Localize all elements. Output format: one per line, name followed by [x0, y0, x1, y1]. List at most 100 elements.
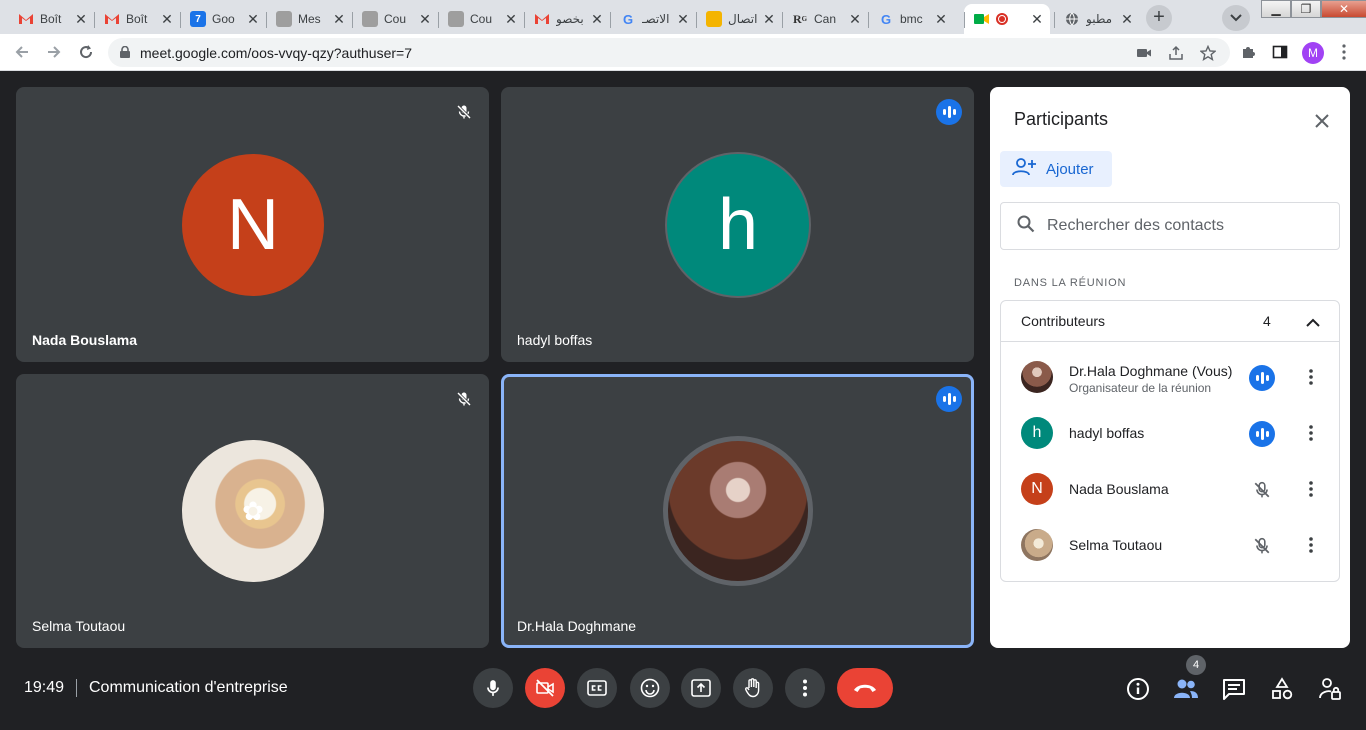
new-tab-plus-icon[interactable]: +	[1146, 5, 1172, 31]
browser-tab[interactable]: Cou ✕	[352, 4, 438, 34]
window-close-icon[interactable]: ✕	[1321, 0, 1366, 18]
video-tile[interactable]: N Nada Bouslama	[16, 87, 489, 362]
tab-close-icon[interactable]: ✕	[74, 12, 88, 26]
tab-close-icon[interactable]: ✕	[1030, 12, 1044, 26]
contact-search[interactable]	[1000, 202, 1340, 250]
tab-title: Mes	[298, 12, 321, 26]
raise-hand-button[interactable]	[733, 668, 773, 708]
browser-tab-active[interactable]: ✕	[964, 4, 1050, 34]
activities-shapes-icon[interactable]	[1269, 676, 1295, 702]
participants-people-icon[interactable]	[1173, 676, 1199, 702]
reload-icon[interactable]	[74, 40, 98, 64]
camera-toggle-button[interactable]	[525, 668, 565, 708]
browser-tab[interactable]: بخصو ✕	[524, 4, 610, 34]
tab-title: Can	[814, 12, 837, 26]
address-bar[interactable]: meet.google.com/oos-vvqy-qzy?authuser=7	[108, 38, 1230, 67]
maximize-icon[interactable]: ❐	[1291, 0, 1321, 18]
tab-close-icon[interactable]: ✕	[848, 12, 862, 26]
search-input[interactable]	[1047, 217, 1317, 235]
tab-close-icon[interactable]: ✕	[934, 12, 948, 26]
person-add-icon	[1012, 158, 1036, 180]
page-icon	[448, 11, 464, 27]
more-options-icon[interactable]	[1299, 365, 1323, 389]
chat-icon[interactable]	[1221, 676, 1247, 702]
back-arrow-icon[interactable]	[10, 40, 34, 64]
emoji-icon	[640, 678, 660, 698]
recording-indicator-icon	[996, 13, 1008, 25]
hand-icon	[745, 678, 760, 698]
minimize-icon[interactable]: ▁	[1261, 0, 1291, 18]
tab-close-icon[interactable]: ✕	[160, 12, 174, 26]
tab-close-icon[interactable]: ✕	[504, 12, 518, 26]
add-people-label: Ajouter	[1046, 160, 1094, 178]
tab-close-icon[interactable]: ✕	[332, 12, 346, 26]
contributors-group-header[interactable]: Contributeurs 4	[1001, 301, 1339, 342]
tab-close-icon[interactable]: ✕	[762, 12, 776, 26]
contributors-group: Contributeurs 4 Dr.Hala Doghmane (Vous) …	[1000, 300, 1340, 582]
tab-close-icon[interactable]: ✕	[1120, 12, 1134, 26]
tab-close-icon[interactable]: ✕	[246, 12, 260, 26]
browser-tab[interactable]: اتصال ✕	[696, 4, 782, 34]
call-end-icon	[854, 684, 876, 692]
participant-name: Dr.Hala Doghmane	[517, 618, 637, 634]
url-text: meet.google.com/oos-vvqy-qzy?authuser=7	[140, 44, 412, 61]
participant-name: Selma Toutaou	[32, 618, 126, 634]
side-panel-icon[interactable]	[1268, 40, 1292, 64]
tab-close-icon[interactable]: ✕	[418, 12, 432, 26]
browser-tab[interactable]: G الاتصـ ✕	[610, 4, 696, 34]
present-to-all-icon	[691, 679, 711, 697]
tab-title: Cou	[470, 12, 493, 26]
video-tile[interactable]: ✿ Selma Toutaou	[16, 374, 489, 648]
add-people-button[interactable]: Ajouter	[1000, 151, 1112, 187]
tab-search-chevron-down-icon[interactable]	[1222, 5, 1250, 31]
captions-button[interactable]	[577, 668, 617, 708]
more-options-icon[interactable]	[1299, 477, 1323, 501]
more-options-button[interactable]	[785, 668, 825, 708]
tab-title: Goo	[212, 12, 235, 26]
more-options-icon[interactable]	[1299, 421, 1323, 445]
clock-time: 19:49	[24, 679, 65, 696]
browser-tab[interactable]: RG Can ✕	[782, 4, 868, 34]
gmail-icon	[104, 11, 120, 27]
more-vert-icon	[803, 679, 807, 697]
tab-close-icon[interactable]: ✕	[676, 12, 690, 26]
browser-tab[interactable]: Mes ✕	[266, 4, 352, 34]
browser-tab[interactable]: Boît ✕	[94, 4, 180, 34]
present-screen-button[interactable]	[681, 668, 721, 708]
meeting-details-info-icon[interactable]	[1125, 676, 1151, 702]
reactions-button[interactable]	[630, 668, 670, 708]
forward-arrow-icon[interactable]	[42, 40, 66, 64]
browser-tab[interactable]: Boît ✕	[8, 4, 94, 34]
closed-captions-icon	[587, 680, 607, 696]
globe-icon	[1064, 11, 1080, 27]
participant-name: Nada Bouslama	[1069, 481, 1169, 497]
tab-title: الاتصـ	[642, 12, 670, 26]
panel-title: Participants	[1014, 109, 1109, 129]
host-controls-lock-icon[interactable]	[1317, 676, 1343, 702]
participant-avatar	[1021, 361, 1053, 393]
browser-tab[interactable]: 7 Goo ✕	[180, 4, 266, 34]
browser-tab[interactable]: G bmc ✕	[868, 4, 954, 34]
browser-tab[interactable]: Cou ✕	[438, 4, 524, 34]
lock-icon[interactable]	[120, 45, 130, 61]
browser-tab[interactable]: مطبو ✕	[1054, 4, 1140, 34]
close-icon[interactable]	[1310, 109, 1334, 133]
extensions-puzzle-icon[interactable]	[1236, 40, 1260, 64]
leave-call-button[interactable]	[837, 668, 893, 708]
microphone-button[interactable]	[473, 668, 513, 708]
bookmark-star-icon[interactable]	[1199, 44, 1217, 61]
video-tile[interactable]: h hadyl boffas	[501, 87, 974, 362]
participant-row: N Nada Bouslama	[1001, 461, 1339, 517]
profile-avatar[interactable]: M	[1302, 42, 1324, 64]
mic-off-icon	[1249, 477, 1275, 503]
browser-tab-strip: Boît ✕ Boît ✕ 7 Goo ✕ Mes ✕ Cou ✕ Cou ✕ …	[0, 0, 1366, 34]
video-tile-active-speaker[interactable]: Dr.Hala Doghmane	[501, 374, 974, 648]
mic-off-icon	[451, 99, 477, 125]
more-options-icon[interactable]	[1299, 533, 1323, 557]
tab-close-icon[interactable]: ✕	[590, 12, 604, 26]
share-icon[interactable]	[1168, 45, 1184, 61]
browser-menu-icon[interactable]	[1332, 40, 1356, 64]
researchgate-icon: RG	[792, 11, 808, 26]
chevron-up-icon[interactable]	[1301, 310, 1325, 334]
camera-in-use-icon[interactable]	[1136, 45, 1152, 61]
